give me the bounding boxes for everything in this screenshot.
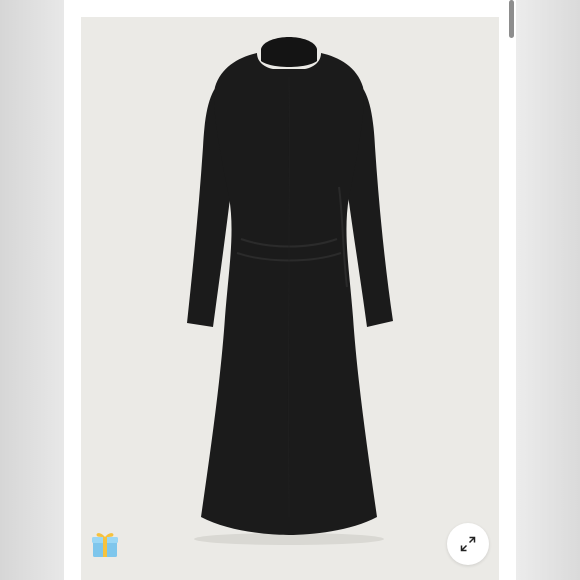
product-image-card bbox=[64, 0, 516, 580]
blurred-side-left bbox=[0, 0, 64, 580]
blurred-side-right bbox=[516, 0, 580, 580]
zoom-button[interactable] bbox=[447, 523, 489, 565]
dress-collar bbox=[261, 37, 317, 67]
gift-icon[interactable] bbox=[90, 529, 120, 559]
product-photo[interactable] bbox=[81, 17, 499, 580]
dress-illustration bbox=[187, 37, 393, 545]
scrollbar-thumb[interactable] bbox=[509, 0, 514, 38]
expand-arrows-icon bbox=[460, 536, 476, 552]
